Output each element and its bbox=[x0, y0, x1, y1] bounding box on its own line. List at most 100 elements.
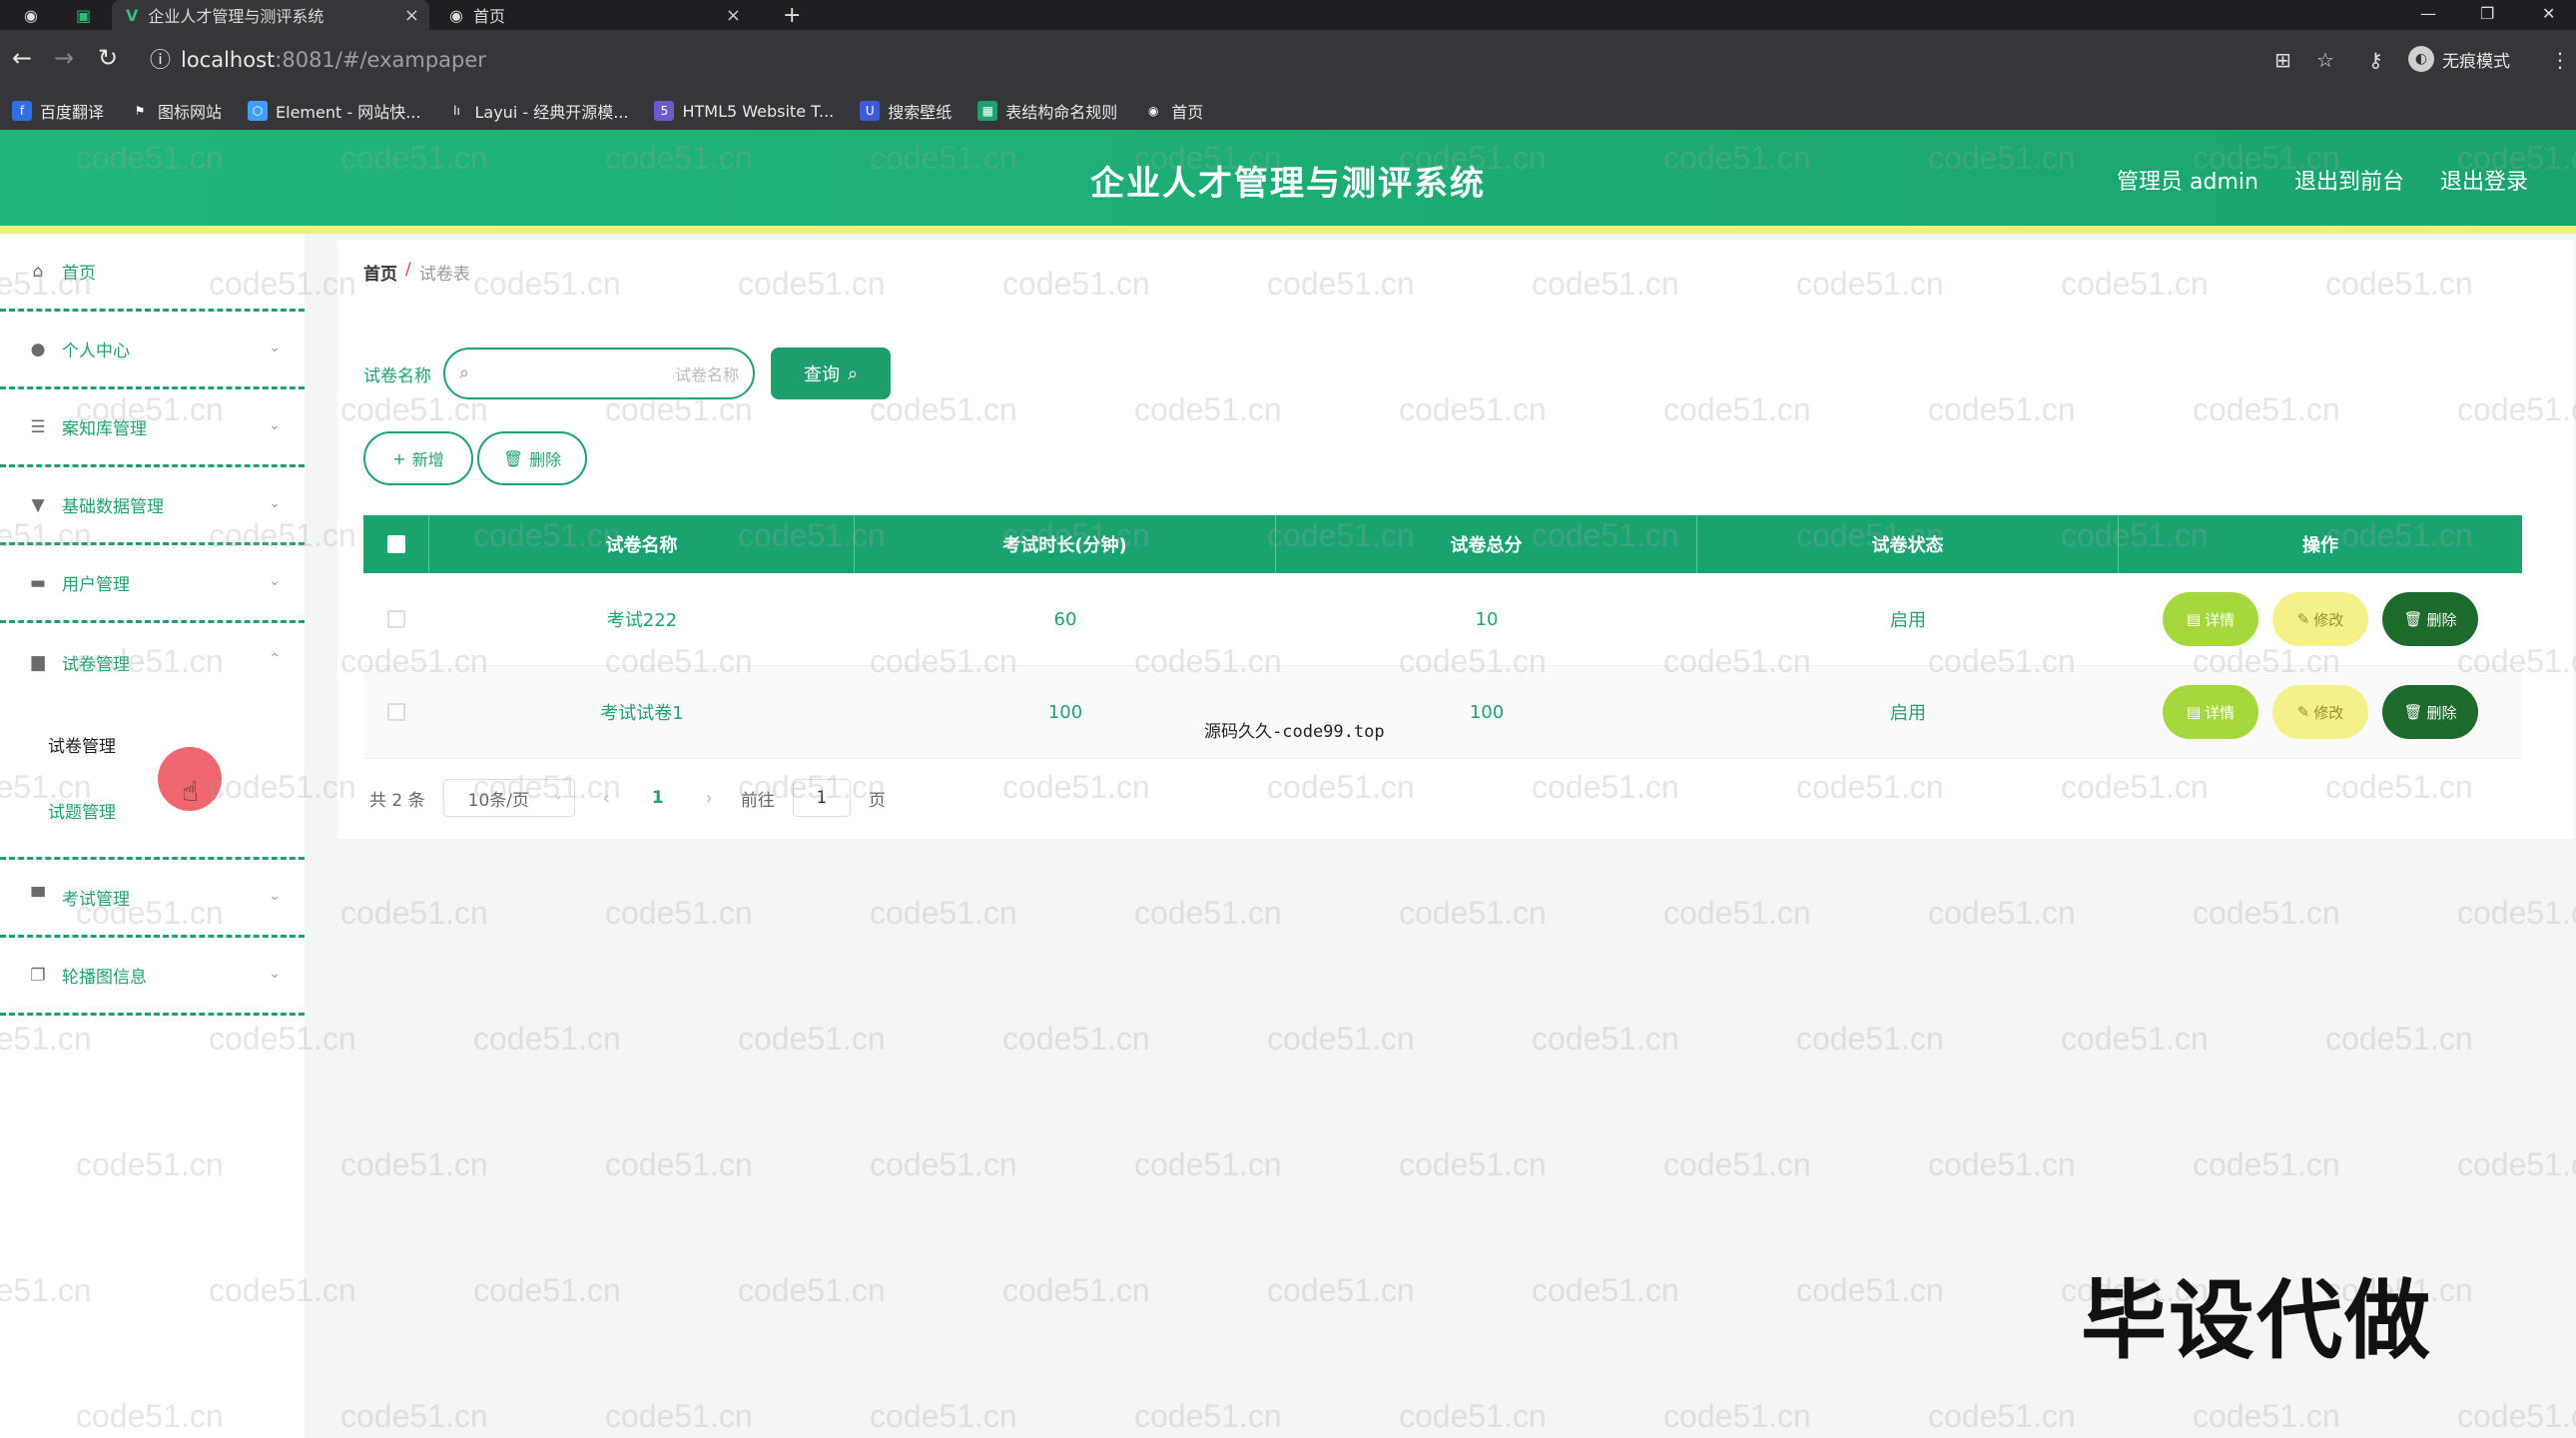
breadcrumb-separator: / bbox=[405, 260, 411, 280]
row-checkbox[interactable] bbox=[387, 703, 405, 721]
monitor-icon: ▬ bbox=[29, 572, 47, 593]
chevron-down-icon: ⌄ bbox=[269, 495, 281, 511]
user-icon: ● bbox=[30, 339, 46, 360]
exampaper-submenu: 试卷管理 试题管理 bbox=[0, 701, 305, 860]
watermark-text: code51.cn bbox=[870, 895, 1017, 931]
edit-button[interactable]: ✎ 修改 bbox=[2272, 592, 2368, 646]
col-header-status[interactable]: 试卷状态 bbox=[1697, 515, 2119, 573]
sidebar-subitem-exampaper[interactable]: 试卷管理 bbox=[0, 711, 305, 777]
watermark-text: code51.cn bbox=[1928, 1146, 2076, 1182]
batch-delete-button[interactable]: 🗑 删除 bbox=[477, 431, 587, 485]
frontend-link[interactable]: 退出到前台 bbox=[2294, 164, 2404, 196]
breadcrumb-home[interactable]: 首页 bbox=[363, 260, 397, 285]
url-field[interactable]: ⓘ localhost:8081/#/exampaper bbox=[150, 44, 486, 74]
bookmark-item[interactable]: f 百度翻译 bbox=[12, 99, 104, 123]
minimize-icon[interactable]: — bbox=[2420, 0, 2436, 26]
sidebar-item-home[interactable]: ⌂ 首页 bbox=[0, 234, 305, 312]
info-icon: ⓘ bbox=[150, 48, 171, 72]
bookmark-item[interactable]: 5 HTML5 Website T... bbox=[654, 101, 834, 121]
header-links: 管理员 admin 退出到前台 退出登录 bbox=[2117, 164, 2528, 196]
tab-home[interactable]: ◉ 首页 × bbox=[435, 0, 751, 30]
tab-app[interactable]: ▣ bbox=[62, 0, 102, 30]
watermark-text: code51.cn bbox=[1002, 1021, 1150, 1057]
cell-duration: 60 bbox=[1053, 608, 1077, 630]
col-header-name[interactable]: 试卷名称 bbox=[429, 515, 855, 573]
action-row: + 新增 🗑 删除 bbox=[363, 431, 587, 485]
watermark-text: code51.cn bbox=[1928, 895, 2076, 931]
reload-icon[interactable]: ↻ bbox=[98, 44, 118, 72]
star-icon[interactable]: ☆ bbox=[2316, 48, 2334, 72]
query-button[interactable]: 查询 ⌕ bbox=[771, 348, 891, 399]
watermark-text: code51.cn bbox=[1267, 1272, 1415, 1308]
search-box[interactable]: ⌕ bbox=[443, 348, 755, 399]
sidebar-item-knowledge[interactable]: ☰ 案知库管理 ⌄ bbox=[0, 389, 305, 467]
row-checkbox[interactable] bbox=[387, 610, 405, 628]
delete-button[interactable]: 🗑 删除 bbox=[2382, 685, 2478, 739]
watermark-text: code51.cn bbox=[1663, 1146, 1811, 1182]
add-button[interactable]: + 新增 bbox=[363, 431, 473, 485]
watermark-text: code51.cn bbox=[1267, 1021, 1415, 1057]
goto-page-input[interactable]: 1 bbox=[792, 779, 851, 817]
table-row: 考试222 60 10 启用 ▤ 详情 ✎ 修改 🗑 删除 bbox=[363, 573, 2522, 666]
forward-icon[interactable]: → bbox=[54, 44, 74, 72]
close-icon[interactable]: × bbox=[404, 5, 419, 26]
trash-icon: 🗑 bbox=[502, 448, 524, 468]
admin-user-link[interactable]: 管理员 admin bbox=[2117, 164, 2258, 196]
prev-page-icon[interactable]: ‹ bbox=[593, 788, 620, 809]
next-page-icon[interactable]: › bbox=[696, 788, 723, 809]
search-input[interactable] bbox=[489, 361, 739, 387]
bookmark-item[interactable]: U 搜索壁纸 bbox=[860, 99, 952, 123]
detail-button[interactable]: ▤ 详情 bbox=[2163, 685, 2258, 739]
row-select-cell bbox=[363, 573, 429, 665]
bookmark-item[interactable]: ⚑ 图标网站 bbox=[130, 99, 222, 123]
bookmark-item[interactable]: ▦ 表结构命名规则 bbox=[977, 99, 1117, 123]
trash-icon: 🗑 bbox=[2403, 703, 2423, 721]
col-header-duration[interactable]: 考试时长(分钟) bbox=[855, 515, 1276, 573]
edit-button[interactable]: ✎ 修改 bbox=[2272, 685, 2368, 739]
page-number[interactable]: 1 bbox=[638, 788, 678, 808]
select-all-checkbox[interactable] bbox=[386, 535, 405, 553]
detail-button[interactable]: ▤ 详情 bbox=[2163, 592, 2258, 646]
tab-active[interactable]: V 企业人才管理与测评系统 × bbox=[112, 0, 429, 30]
chevron-down-icon: ⌄ bbox=[269, 573, 281, 589]
sliders-icon: ☰ bbox=[30, 416, 46, 437]
chevron-down-icon: ⌄ bbox=[269, 966, 281, 982]
total-count: 共 2 条 bbox=[369, 790, 425, 811]
watermark-text: code51.cn bbox=[1796, 1021, 1944, 1057]
cell-name: 考试试卷1 bbox=[600, 703, 684, 724]
bookmark-item[interactable]: ⬡ Element - 网站快... bbox=[248, 99, 420, 123]
logout-link[interactable]: 退出登录 bbox=[2440, 164, 2528, 196]
close-icon[interactable]: × bbox=[726, 5, 741, 26]
more-icon[interactable]: ⋮ bbox=[2550, 48, 2570, 72]
table-icon: ▦ bbox=[977, 101, 998, 121]
globe-icon: ◉ bbox=[449, 5, 463, 25]
col-header-score[interactable]: 试卷总分 bbox=[1276, 515, 1697, 573]
sidebar-item-carousel[interactable]: ❐ 轮播图信息 ⌄ bbox=[0, 938, 305, 1016]
bookmarks-bar: f 百度翻译 ⚑ 图标网站 ⬡ Element - 网站快... lı Layui - … bbox=[0, 92, 2576, 130]
tab-globe[interactable]: ◉ bbox=[10, 0, 50, 30]
watermark-text: code51.cn bbox=[738, 1272, 886, 1308]
back-icon[interactable]: ← bbox=[12, 44, 32, 72]
delete-button[interactable]: 🗑 删除 bbox=[2382, 592, 2478, 646]
sidebar-item-exams[interactable]: ▀ 考试管理 ⌄ bbox=[0, 860, 305, 938]
new-tab-button[interactable]: + bbox=[769, 0, 801, 30]
sidebar-item-users[interactable]: ▬ 用户管理 ⌄ bbox=[0, 545, 305, 623]
sidebar-item-profile[interactable]: ● 个人中心 ⌄ bbox=[0, 312, 305, 389]
incognito-badge[interactable]: ◐ 无痕模式 bbox=[2408, 46, 2510, 72]
sidebar-item-exampaper[interactable]: ▆ 试卷管理 ⌃ bbox=[0, 623, 305, 701]
watermark-text: code51.cn bbox=[1663, 1398, 1811, 1434]
trash-icon: 🗑 bbox=[2403, 610, 2423, 628]
chevron-down-icon: ⌄ bbox=[269, 888, 281, 904]
cell-score: 100 bbox=[1469, 701, 1505, 723]
wallpaper-icon: U bbox=[860, 101, 881, 121]
bookmark-item[interactable]: lı Layui - 经典开源模... bbox=[446, 99, 628, 123]
sidebar-subitem-questions[interactable]: 试题管理 bbox=[0, 777, 305, 843]
translate-icon[interactable]: ⊞ bbox=[2274, 48, 2291, 72]
bookmark-item[interactable]: ◉ 首页 bbox=[1143, 99, 1203, 123]
restore-icon[interactable]: ❐ bbox=[2480, 0, 2494, 26]
watermark-text: code51.cn bbox=[2457, 1398, 2576, 1434]
page-size-select[interactable]: 10条/页 ⌄ bbox=[442, 779, 575, 817]
key-icon[interactable]: ⚷ bbox=[2368, 48, 2383, 72]
sidebar-item-basedata[interactable]: ▼ 基础数据管理 ⌄ bbox=[0, 467, 305, 545]
close-window-icon[interactable]: ✕ bbox=[2542, 0, 2555, 26]
